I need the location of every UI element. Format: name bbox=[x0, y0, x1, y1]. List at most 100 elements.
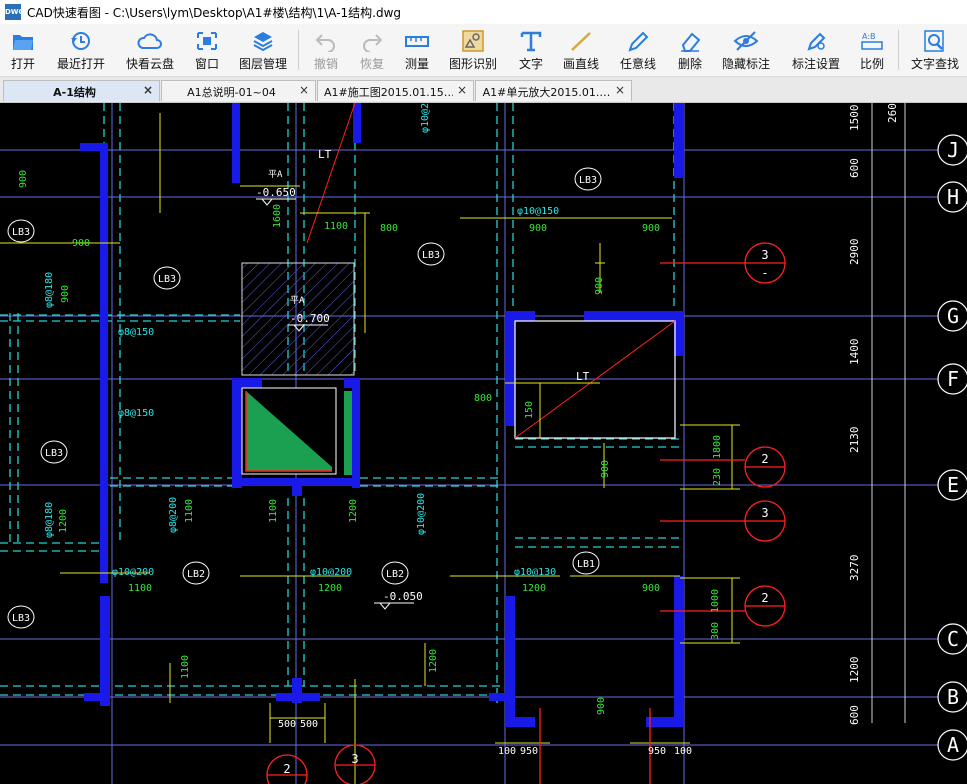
grid-bubbles bbox=[937, 134, 967, 761]
folder-icon bbox=[13, 35, 33, 50]
hide-marks-button[interactable]: 隐藏标注 bbox=[718, 24, 774, 76]
side-dim: 1200 bbox=[848, 657, 861, 684]
recent-button[interactable]: 最近打开 bbox=[52, 24, 110, 76]
dim-label: 900 bbox=[600, 460, 611, 478]
dim-label: 1600 bbox=[272, 204, 283, 228]
undo-button[interactable]: 撤销 bbox=[304, 24, 348, 76]
tab-unit-enlarged[interactable]: A1#单元放大2015.01.… × bbox=[475, 80, 632, 101]
dim-label: 900 bbox=[596, 697, 607, 715]
toolbar-separator bbox=[298, 30, 299, 70]
grid-label: H bbox=[947, 185, 959, 209]
dim-label: 100 bbox=[674, 746, 692, 757]
dim-label: 100 bbox=[498, 746, 516, 757]
section-mark-label: 2 bbox=[761, 452, 768, 466]
rebar-label: φ8@180 bbox=[44, 502, 55, 538]
pencil-icon bbox=[628, 31, 649, 52]
section-mark-sub: - bbox=[761, 266, 768, 280]
section-mark-label: 3 bbox=[761, 248, 768, 262]
tab-general-notes[interactable]: A1总说明-01~04 × bbox=[161, 80, 316, 101]
undo-icon bbox=[315, 34, 335, 52]
close-tab-icon[interactable]: × bbox=[457, 83, 467, 97]
level-value: -0.050 bbox=[383, 590, 423, 603]
line-tool-icon bbox=[571, 32, 591, 51]
dim-label: 230 bbox=[712, 468, 723, 486]
side-dim: 2130 bbox=[848, 427, 861, 454]
redo-button[interactable]: 恢复 bbox=[350, 24, 394, 76]
slab-label: LB2 bbox=[187, 569, 205, 580]
dim-label: 500 bbox=[300, 719, 318, 730]
grid-label: A bbox=[947, 733, 959, 757]
dim-label: 950 bbox=[648, 746, 666, 757]
svg-text:A:B: A:B bbox=[862, 32, 876, 41]
side-dim: 1500 bbox=[848, 105, 861, 132]
dim-label: 900 bbox=[642, 223, 660, 234]
close-tab-icon[interactable]: × bbox=[143, 83, 153, 97]
dim-label: 900 bbox=[594, 277, 605, 295]
level-value: -0.700 bbox=[290, 312, 330, 325]
side-ruler bbox=[871, 103, 906, 723]
cloud-button[interactable]: 快看云盘 bbox=[120, 24, 180, 76]
layers-icon bbox=[253, 32, 273, 52]
recognize-button[interactable]: 图形识别 bbox=[444, 24, 502, 76]
rebar-label: φ10@130 bbox=[514, 567, 556, 578]
title-bar: DWG CAD快速看图 - C:\Users\lym\Desktop\A1#楼\… bbox=[0, 0, 967, 24]
dim-label: 1200 bbox=[522, 583, 546, 594]
dim-label: 1100 bbox=[128, 583, 152, 594]
slab-label: LB3 bbox=[45, 448, 63, 459]
window-button[interactable]: 窗口 bbox=[186, 24, 228, 76]
grid-label: F bbox=[947, 367, 959, 391]
close-tab-icon[interactable]: × bbox=[615, 83, 625, 97]
dim-label: 1200 bbox=[348, 499, 359, 523]
find-text-button[interactable]: 文字查找 bbox=[906, 24, 964, 76]
dim-label: 900 bbox=[72, 238, 90, 249]
dim-label: 900 bbox=[529, 223, 547, 234]
tab-a1-structure[interactable]: A-1结构 × bbox=[3, 80, 160, 101]
slab-label: LB3 bbox=[579, 175, 597, 186]
level-mark: 平A bbox=[268, 169, 283, 180]
scale-button[interactable]: A:B 比例 bbox=[852, 24, 892, 76]
rebar-label: φ10@150 bbox=[517, 206, 559, 217]
measure-button[interactable]: 测量 bbox=[396, 24, 438, 76]
section-mark-label: 3 bbox=[761, 506, 768, 520]
document-tabs: A-1结构 × A1总说明-01~04 × A1#施工图2015.01.15… … bbox=[0, 77, 967, 103]
drawing-canvas[interactable]: 3 - 2 3 2 2 3 LB3 LB3 LB3 LB3 LB3 LB2 LB… bbox=[0, 103, 967, 784]
layers-button[interactable]: 图层管理 bbox=[234, 24, 292, 76]
dim-label: 1200 bbox=[58, 509, 69, 533]
grid-bubble-labels: J H G F E C B A bbox=[947, 138, 959, 757]
grid-label: E bbox=[947, 473, 959, 497]
line-button[interactable]: 画直线 bbox=[558, 24, 604, 76]
side-dim: 600 bbox=[848, 158, 861, 178]
scale-ratio-icon: A:B bbox=[861, 32, 883, 50]
side-dim: 600 bbox=[848, 705, 861, 725]
mark-settings-button[interactable]: 标注设置 bbox=[788, 24, 844, 76]
freeline-button[interactable]: 任意线 bbox=[614, 24, 662, 76]
rebar-label: φ8@180 bbox=[44, 272, 55, 308]
rebar-label: φ10@200 bbox=[310, 567, 352, 578]
open-button[interactable]: 打开 bbox=[0, 24, 46, 76]
slab-label: LB3 bbox=[12, 613, 30, 624]
delete-button[interactable]: 删除 bbox=[670, 24, 710, 76]
history-icon bbox=[71, 32, 90, 50]
dim-label: 300 bbox=[710, 622, 721, 640]
level-value: -0.650 bbox=[256, 186, 296, 199]
eraser-icon bbox=[681, 32, 701, 52]
cloud-icon bbox=[137, 33, 162, 49]
stair-label: LT bbox=[576, 370, 590, 383]
close-tab-icon[interactable]: × bbox=[299, 83, 309, 97]
section-mark-label: 3 bbox=[351, 752, 358, 766]
grid-label: J bbox=[947, 138, 959, 162]
rebar-label: φ10@200 bbox=[416, 493, 427, 535]
slab-label: LB3 bbox=[158, 274, 176, 285]
text-tool-icon bbox=[520, 31, 542, 52]
level-mark: 平A bbox=[290, 295, 305, 306]
rebar-label: φ8@150 bbox=[118, 327, 154, 338]
dim-label: 1100 bbox=[184, 499, 195, 523]
dim-label: 1200 bbox=[428, 649, 439, 673]
tab-construction-drawing[interactable]: A1#施工图2015.01.15… × bbox=[317, 80, 474, 101]
rebar-label: φ8@150 bbox=[118, 408, 154, 419]
toolbar: 打开 最近打开 快看云盘 窗口 图层管理 撤销 恢复 测量 图形识别 文字 画直… bbox=[0, 24, 967, 77]
top-dim: 260 bbox=[886, 103, 899, 123]
text-button[interactable]: 文字 bbox=[510, 24, 552, 76]
rebar-label: φ10@200 bbox=[420, 103, 431, 133]
dimension-lines bbox=[0, 113, 740, 784]
